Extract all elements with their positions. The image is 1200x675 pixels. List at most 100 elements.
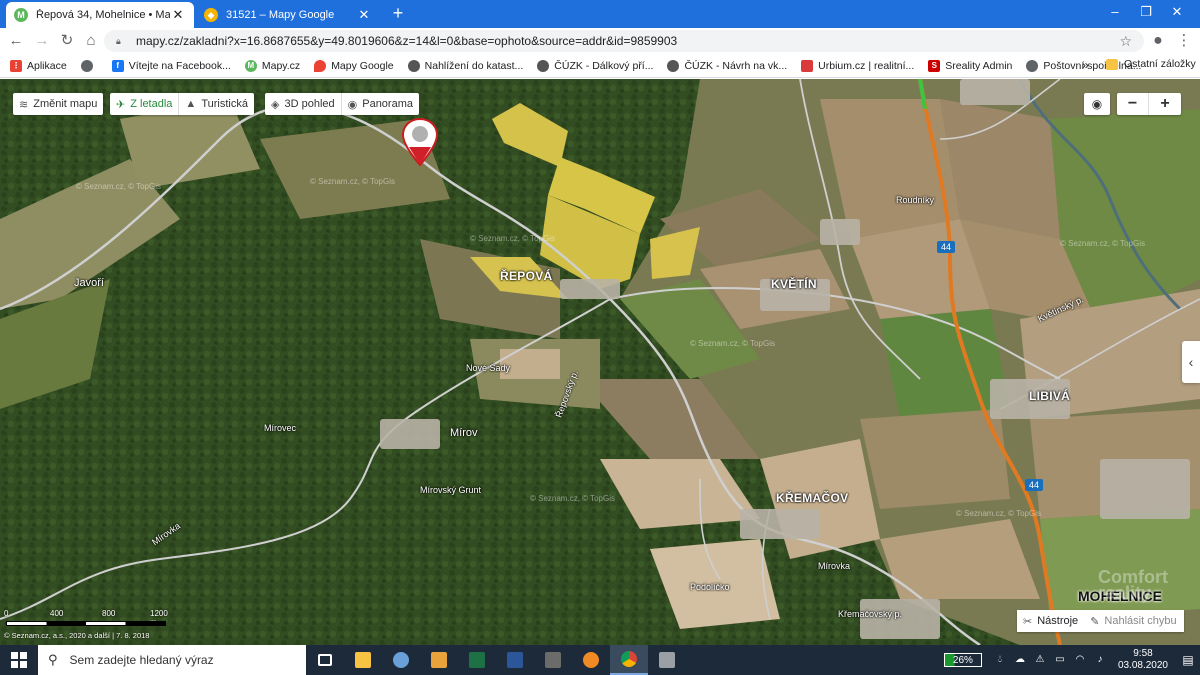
- tourist-map-button[interactable]: ▲ Turistická: [179, 93, 254, 115]
- wifi-icon[interactable]: ◠: [1073, 653, 1087, 667]
- close-icon[interactable]: ✕: [170, 7, 186, 23]
- bookmark-cuzk-navrh[interactable]: ČÚZK - Návrh na vk...: [667, 59, 787, 72]
- pencil-icon: ✎: [1090, 615, 1100, 628]
- taskbar-file-explorer[interactable]: [344, 645, 382, 675]
- place-label: Roudníky: [896, 195, 935, 205]
- bookmark-mapy-cz[interactable]: M Mapy.cz: [244, 59, 300, 72]
- bookmark-sreality[interactable]: S Sreality Admin: [928, 59, 1013, 72]
- new-tab-button[interactable]: +: [388, 4, 408, 24]
- report-error-button[interactable]: ✎ Nahlásit chybu: [1084, 615, 1182, 628]
- start-button[interactable]: [0, 645, 38, 675]
- layers-icon: ≋: [19, 98, 29, 111]
- stream-label: Křemačovský p.: [838, 609, 903, 619]
- lock-icon: 🔒︎: [116, 36, 121, 46]
- zoom-in-button[interactable]: +: [1149, 93, 1181, 115]
- volume-icon[interactable]: ♪: [1093, 653, 1107, 667]
- place-label: Podolíčko: [690, 582, 730, 592]
- taskbar-excel[interactable]: [458, 645, 496, 675]
- onedrive-icon[interactable]: ☁: [1013, 653, 1027, 667]
- power-icon[interactable]: ▭: [1053, 653, 1067, 667]
- zoom-control: − +: [1117, 93, 1181, 115]
- taskbar-mail[interactable]: [420, 645, 458, 675]
- taskbar-clock[interactable]: 9:58 03.08.2020: [1118, 648, 1168, 672]
- chrome-icon: [621, 651, 637, 667]
- urbium-icon: [801, 59, 814, 72]
- task-view-button[interactable]: [306, 645, 344, 675]
- tab-google-maps[interactable]: ◆ 31521 – Mapy Google ✕: [196, 2, 380, 28]
- place-label: Mírov: [450, 427, 478, 439]
- google-maps-icon: ◆: [204, 8, 218, 22]
- change-map-button[interactable]: ≋ Změnit mapu: [13, 93, 104, 115]
- panorama-button[interactable]: ◉ Panorama: [342, 93, 419, 115]
- google-maps-pin-icon: [314, 59, 327, 72]
- bookmark-google-maps[interactable]: Mapy Google: [314, 59, 394, 72]
- bookmark-facebook[interactable]: f Vítejte na Facebook...: [111, 59, 231, 72]
- windows-taskbar: ⚲ Sem zadejte hledaný výraz 26% 💧︎ ☁ ⚠ ▭…: [0, 645, 1200, 675]
- scale-label: 0: [4, 609, 9, 618]
- profile-icon[interactable]: ●: [1148, 31, 1168, 51]
- 3d-view-button[interactable]: ◈ 3D pohled: [265, 93, 342, 115]
- bookmark-label: Nahlížení do katast...: [424, 59, 524, 72]
- aerial-map-button[interactable]: ✈ Z letadla: [110, 93, 180, 115]
- notifications-icon[interactable]: ▤: [1176, 653, 1200, 667]
- side-panel-toggle[interactable]: ‹: [1182, 341, 1200, 383]
- taskbar-search-input[interactable]: ⚲ Sem zadejte hledaný výraz: [38, 645, 306, 675]
- bookmark-label: Sreality Admin: [945, 59, 1013, 72]
- taskbar-paint[interactable]: [382, 645, 420, 675]
- cuzk-icon: [667, 59, 680, 72]
- taskbar-word[interactable]: [496, 645, 534, 675]
- browser-toolbar: ← → ↻ ⌂ 🔒︎ mapy.cz/zakladni?x=16.8687655…: [0, 28, 1200, 54]
- alert-icon[interactable]: ⚠: [1033, 653, 1047, 667]
- bookmark-urbium[interactable]: Urbium.cz | realitní...: [801, 59, 914, 72]
- target-icon: ◉: [1091, 97, 1103, 111]
- cuzk-icon: [407, 59, 420, 72]
- tab-mapy-cz[interactable]: M Řepová 34, Mohelnice • Mapy.cz ✕: [6, 2, 194, 28]
- back-arrow-icon[interactable]: ←: [6, 31, 26, 51]
- tools-button[interactable]: ✂ Nástroje: [1017, 615, 1084, 628]
- search-icon: ⚲: [48, 652, 58, 667]
- url-text: mapy.cz/zakladni?x=16.8687655&y=49.80196…: [136, 34, 678, 48]
- button-label: Změnit mapu: [33, 98, 98, 110]
- sreality-icon: S: [928, 59, 941, 72]
- button-label: Nahlásit chybu: [1104, 615, 1177, 627]
- home-icon[interactable]: ⌂: [81, 31, 101, 51]
- button-label: 3D pohled: [284, 98, 335, 110]
- bookmark-katastr[interactable]: Nahlížení do katast...: [407, 59, 524, 72]
- globe-icon: [80, 59, 93, 72]
- cuzk-icon: [537, 59, 550, 72]
- taskbar-avast[interactable]: [572, 645, 610, 675]
- bookmark-label: Vítejte na Facebook...: [128, 59, 231, 72]
- forward-arrow-icon[interactable]: →: [32, 31, 52, 51]
- taskbar-app[interactable]: [648, 645, 686, 675]
- bookmark-globe[interactable]: [80, 59, 98, 72]
- battery-indicator[interactable]: 26%: [943, 653, 982, 667]
- place-label: LIBIVÁ: [1029, 389, 1071, 403]
- bookmark-aplikace[interactable]: ⋮ Aplikace: [10, 59, 67, 72]
- windows-logo-icon: [11, 652, 27, 668]
- address-bar[interactable]: 🔒︎ mapy.cz/zakladni?x=16.8687655&y=49.80…: [104, 30, 1144, 52]
- place-label: KŘEMAČOV: [776, 491, 849, 505]
- zoom-out-button[interactable]: −: [1117, 93, 1149, 115]
- reload-icon[interactable]: ↻: [57, 31, 77, 51]
- bookmark-cuzk-dalkovy[interactable]: ČÚZK - Dálkový pří...: [537, 59, 653, 72]
- other-bookmarks-folder[interactable]: Ostatní záložky: [1106, 58, 1196, 70]
- more-bookmarks-chevron-icon[interactable]: »: [1082, 58, 1089, 72]
- map-watermark: © Seznam.cz, © TopGis: [690, 339, 776, 348]
- taskbar-chrome[interactable]: [610, 645, 648, 675]
- locate-me-button[interactable]: ◉: [1084, 93, 1110, 115]
- close-window-button[interactable]: ✕: [1154, 0, 1200, 26]
- search-placeholder: Sem zadejte hledaný výraz: [69, 653, 214, 667]
- folder-icon: [1106, 58, 1118, 70]
- bookmark-star-icon[interactable]: ☆: [1119, 33, 1132, 50]
- map-canvas[interactable]: Javoří ŘEPOVÁ KVĚTÍN Roudníky Nové Sady …: [0, 79, 1200, 645]
- location-pin-icon[interactable]: [401, 117, 439, 167]
- tab-title: Řepová 34, Mohelnice • Mapy.cz: [36, 9, 170, 21]
- close-icon[interactable]: ✕: [356, 7, 372, 23]
- aerial-photo-layer: [0, 79, 1200, 645]
- apps-grid-icon: ⋮: [10, 59, 22, 72]
- tab-title: 31521 – Mapy Google: [226, 9, 335, 21]
- menu-icon[interactable]: ⋮: [1174, 31, 1194, 51]
- taskbar-calculator[interactable]: [534, 645, 572, 675]
- globe-icon: [1026, 59, 1039, 72]
- drop-icon[interactable]: 💧︎: [993, 653, 1007, 667]
